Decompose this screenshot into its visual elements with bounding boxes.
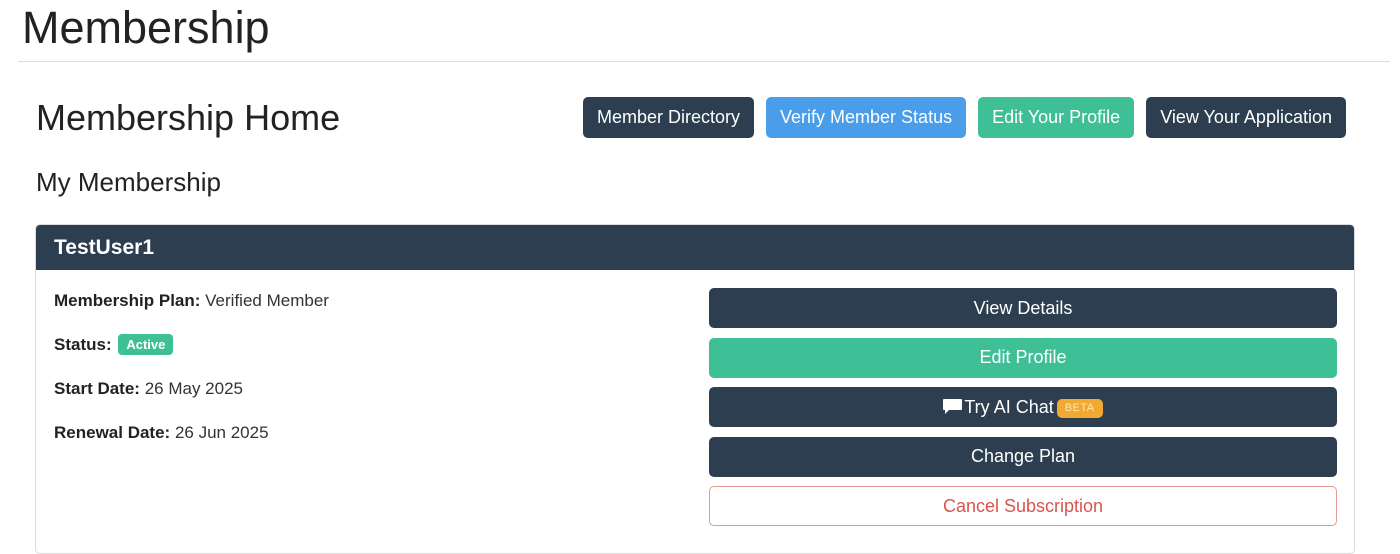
card-header-username: TestUser1 bbox=[36, 225, 1354, 270]
beta-badge: BETA bbox=[1056, 398, 1103, 418]
verify-member-status-button[interactable]: Verify Member Status bbox=[766, 97, 967, 138]
start-date-label: Start Date: bbox=[54, 379, 140, 398]
status-row: Status: Active bbox=[54, 333, 329, 377]
membership-plan-label: Membership Plan: bbox=[54, 291, 201, 310]
status-badge: Active bbox=[118, 334, 174, 355]
membership-details: Membership Plan: Verified Member Status:… bbox=[54, 289, 329, 465]
renewal-date-value: 26 Jun 2025 bbox=[174, 423, 269, 442]
top-action-bar: Member Directory Verify Member Status Ed… bbox=[582, 97, 1346, 138]
chat-bubble-icon bbox=[943, 398, 963, 414]
view-details-button[interactable]: View Details bbox=[709, 288, 1337, 328]
my-membership-heading: My Membership bbox=[36, 167, 221, 197]
page-title: Membership bbox=[22, 2, 270, 53]
membership-card: TestUser1 Membership Plan: Verified Memb… bbox=[35, 224, 1355, 554]
view-your-application-button[interactable]: View Your Application bbox=[1146, 97, 1346, 138]
edit-profile-button[interactable]: Edit Profile bbox=[709, 337, 1337, 378]
try-ai-chat-button[interactable]: Try AI Chat BETA bbox=[709, 387, 1337, 427]
change-plan-button[interactable]: Change Plan bbox=[709, 436, 1337, 477]
membership-plan-value: Verified Member bbox=[205, 291, 329, 310]
membership-actions: View Details Edit Profile Try AI Chat BET… bbox=[709, 288, 1337, 536]
renewal-date-row: Renewal Date: 26 Jun 2025 bbox=[54, 421, 329, 465]
member-directory-button[interactable]: Member Directory bbox=[582, 97, 755, 138]
renewal-date-label: Renewal Date: bbox=[54, 423, 171, 442]
try-ai-chat-label: Try AI Chat bbox=[964, 396, 1054, 417]
start-date-value: 26 May 2025 bbox=[144, 379, 243, 398]
start-date-row: Start Date: 26 May 2025 bbox=[54, 377, 329, 421]
membership-plan-row: Membership Plan: Verified Member bbox=[54, 289, 329, 333]
edit-your-profile-button[interactable]: Edit Your Profile bbox=[978, 97, 1135, 138]
membership-home-heading: Membership Home bbox=[36, 97, 341, 138]
title-divider bbox=[18, 61, 1390, 62]
cancel-subscription-button[interactable]: Cancel Subscription bbox=[709, 486, 1337, 526]
status-label: Status: bbox=[54, 335, 112, 354]
